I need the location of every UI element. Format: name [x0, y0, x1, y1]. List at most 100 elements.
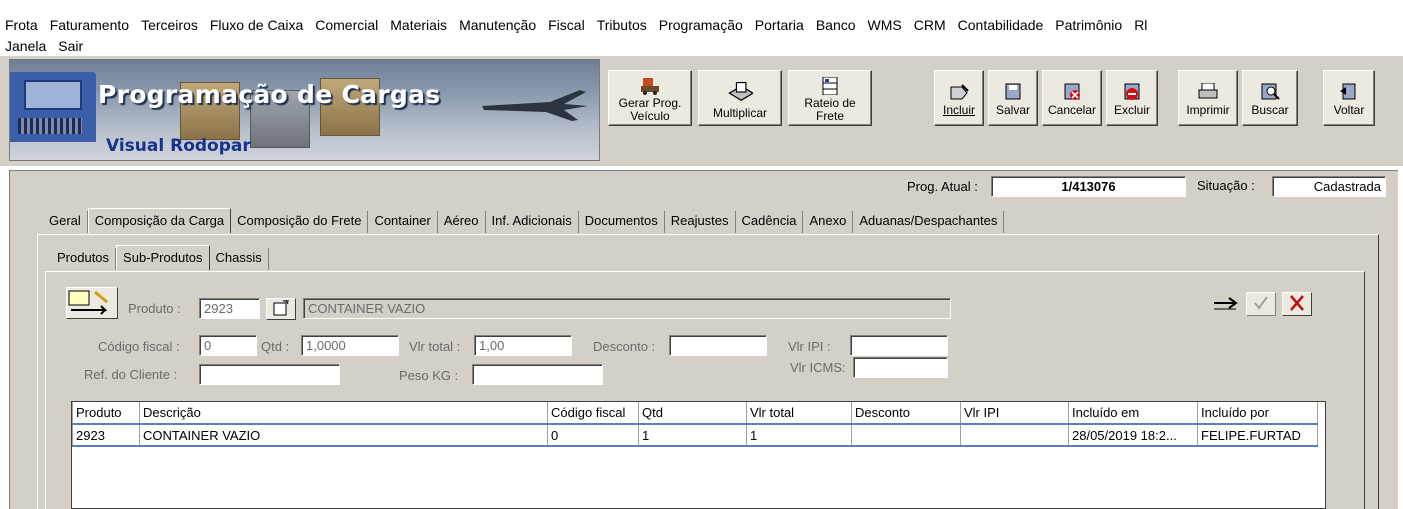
tab-composicao-da-carga[interactable]: Composição da Carga	[87, 208, 232, 233]
menu-row-1: Frota Faturamento Terceiros Fluxo de Caixa C…	[0, 16, 1152, 38]
produto-lookup-button[interactable]	[266, 298, 296, 320]
truck-image	[10, 72, 96, 142]
column-header-desconto[interactable]: Desconto	[851, 402, 961, 425]
menu-item-faturamento[interactable]: Faturamento	[43, 16, 134, 38]
menu-item-fluxo-de-caixa[interactable]: Fluxo de Caixa	[203, 16, 308, 38]
column-header-codigo-fiscal[interactable]: Código fiscal	[547, 402, 639, 425]
prog-atual-label: Prog. Atual :	[907, 179, 978, 194]
vlr-ipi-label: Vlr IPI :	[788, 339, 831, 354]
menu-item-contabilidade[interactable]: Contabilidade	[951, 16, 1049, 38]
menu-item-comercial[interactable]: Comercial	[308, 16, 383, 38]
table-icon	[822, 77, 838, 95]
vlr-total-field[interactable]: 1,00	[474, 335, 572, 356]
document-new-icon	[273, 299, 289, 316]
multiplicar-button[interactable]: Multiplicar	[698, 70, 782, 126]
menu-item-frota[interactable]: Frota	[0, 16, 43, 38]
menu-item-patrimonio[interactable]: Patrimônio	[1048, 16, 1127, 38]
table-cell	[851, 423, 961, 447]
delete-row-button[interactable]	[1282, 292, 1312, 316]
rateio-de-frete-button[interactable]: Rateio de Frete	[788, 70, 872, 126]
menu-item-rl[interactable]: Rl	[1127, 16, 1152, 38]
subtab-chassis[interactable]: Chassis	[210, 248, 269, 270]
banner-subtitle: Visual Rodopar	[106, 136, 251, 156]
qtd-label: Qtd :	[261, 339, 290, 354]
search-icon	[1261, 83, 1280, 100]
subtab-produtos[interactable]: Produtos	[51, 248, 117, 270]
back-icon	[1340, 83, 1356, 100]
voltar-button[interactable]: Voltar	[1323, 70, 1375, 126]
produto-code-field[interactable]: 2923	[199, 298, 260, 319]
menu-item-terceiros[interactable]: Terceiros	[134, 16, 203, 38]
desconto-field[interactable]	[669, 335, 767, 356]
print-icon	[1198, 83, 1218, 99]
menu-item-banco[interactable]: Banco	[809, 16, 861, 38]
add-icon	[950, 84, 969, 100]
column-header-incluido-em[interactable]: Incluído em	[1068, 402, 1198, 425]
tab-anexo[interactable]: Anexo	[803, 211, 854, 233]
menu-item-portaria[interactable]: Portaria	[748, 16, 809, 38]
table-cell: 1	[638, 423, 747, 447]
qtd-field[interactable]: 1,0000	[301, 335, 399, 356]
tab-documentos[interactable]: Documentos	[579, 211, 665, 233]
menu-item-crm[interactable]: CRM	[907, 16, 951, 38]
menu-item-fiscal[interactable]: Fiscal	[541, 16, 590, 38]
header: Programação de Cargas Visual Rodopar Ger…	[0, 56, 1403, 166]
tab-cadencia[interactable]: Cadência	[736, 211, 804, 233]
table-cell	[960, 423, 1069, 447]
vlr-icms-label: Vlr ICMS:	[790, 360, 846, 375]
column-header-qtd[interactable]: Qtd	[638, 402, 747, 425]
tab-inf-adicionais[interactable]: Inf. Adicionais	[486, 211, 579, 233]
edit-item-button[interactable]	[66, 287, 118, 319]
arrow-right-icon	[1214, 297, 1238, 310]
menu-item-programacao[interactable]: Programação	[652, 16, 748, 38]
menu-item-tributos[interactable]: Tributos	[590, 16, 652, 38]
buscar-button[interactable]: Buscar	[1242, 70, 1298, 126]
confirm-arrow-button[interactable]	[1210, 292, 1240, 316]
peso-kg-label: Peso KG :	[399, 368, 459, 383]
delete-icon	[1124, 83, 1140, 100]
menu-bar: Frota Faturamento Terceiros Fluxo de Caixa C…	[0, 0, 1403, 56]
grid-header: Produto Descrição Código fiscal Qtd Vlr tota…	[72, 402, 1318, 425]
menu-item-wms[interactable]: WMS	[861, 16, 907, 38]
vlr-icms-field[interactable]	[853, 357, 948, 378]
table-row[interactable]: 2923 CONTAINER VAZIO 0 1 1 28/05/2019 18:2...…	[72, 423, 1318, 447]
codigo-fiscal-field[interactable]: 0	[199, 335, 257, 356]
ref-cliente-field[interactable]	[199, 364, 340, 385]
check-button[interactable]	[1246, 292, 1276, 316]
tab-aduanas-despachantes[interactable]: Aduanas/Despachantes	[853, 211, 1005, 233]
salvar-button[interactable]: Salvar	[988, 70, 1038, 126]
tab-geral[interactable]: Geral	[43, 211, 88, 233]
peso-kg-field[interactable]	[472, 364, 603, 385]
desconto-label: Desconto :	[593, 339, 656, 354]
column-header-vlr-total[interactable]: Vlr total	[746, 402, 852, 425]
table-cell: 28/05/2019 18:2...	[1068, 423, 1198, 447]
column-header-produto[interactable]: Produto	[72, 402, 140, 425]
column-header-incluido-por[interactable]: Incluído por	[1197, 402, 1318, 425]
tab-reajustes[interactable]: Reajustes	[665, 211, 736, 233]
column-header-vlr-ipi[interactable]: Vlr IPI	[960, 402, 1069, 425]
menu-item-manutencao[interactable]: Manutenção	[452, 16, 541, 38]
incluir-button[interactable]: Incluir	[934, 70, 984, 126]
vlr-ipi-field[interactable]	[850, 335, 948, 356]
edit-icon	[68, 290, 108, 315]
tab-aereo[interactable]: Aéreo	[438, 211, 486, 233]
table-cell: 0	[547, 423, 639, 447]
ref-cliente-label: Ref. do Cliente :	[84, 367, 178, 382]
imprimir-button[interactable]: Imprimir	[1178, 70, 1238, 126]
table-cell: FELIPE.FURTAD	[1197, 423, 1318, 447]
prog-atual-field: 1/413076	[991, 176, 1186, 197]
menu-item-materiais[interactable]: Materiais	[383, 16, 452, 38]
save-icon	[1005, 83, 1021, 100]
subtab-sub-produtos[interactable]: Sub-Produtos	[116, 245, 210, 270]
column-header-descricao[interactable]: Descrição	[139, 402, 548, 425]
copy-icon	[728, 81, 753, 101]
cancelar-button[interactable]: Cancelar	[1042, 70, 1102, 126]
table-cell: 2923	[72, 423, 140, 447]
tab-composicao-do-frete[interactable]: Composição do Frete	[231, 211, 369, 233]
gerar-prog-veiculo-button[interactable]: Gerar Prog. Veículo	[608, 70, 692, 126]
situacao-label: Situação :	[1197, 178, 1255, 193]
check-icon	[1254, 296, 1268, 310]
excluir-button[interactable]: Excluir	[1106, 70, 1158, 126]
tab-container[interactable]: Container	[368, 211, 438, 233]
main-tabs: Geral Composição da Carga Composição do Fr…	[43, 208, 1005, 233]
